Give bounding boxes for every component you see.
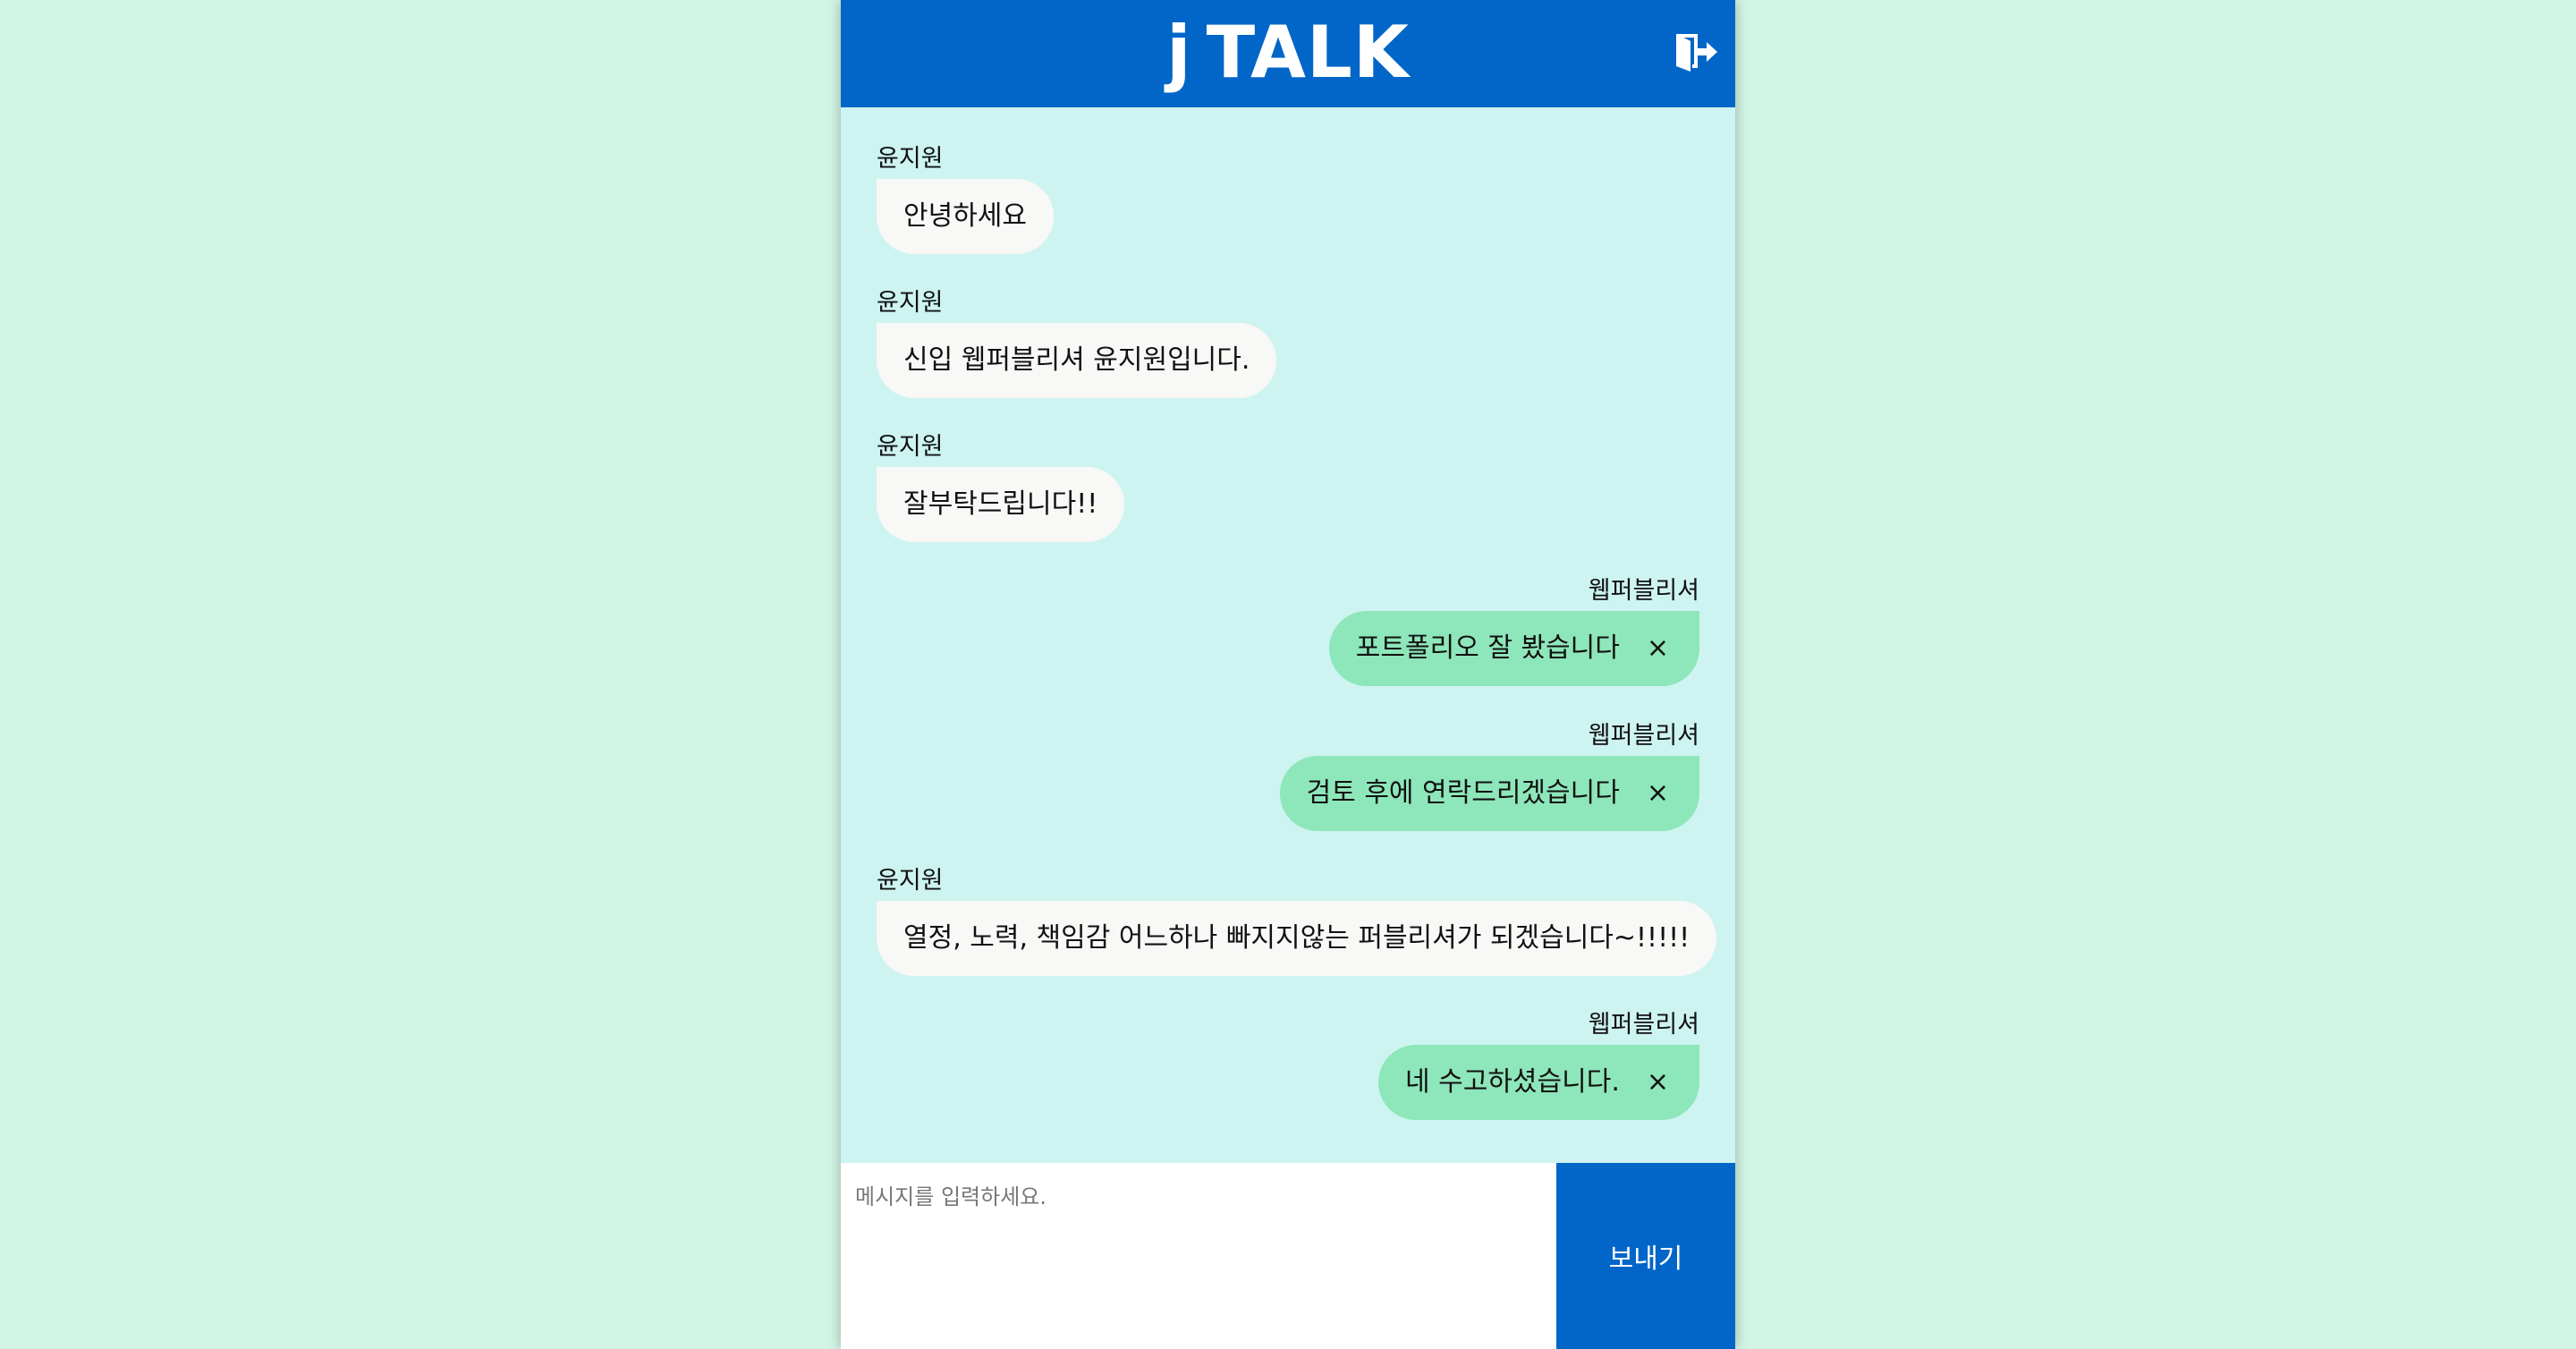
message-text: 안녕하세요: [903, 200, 1027, 232]
message-item: 웹퍼블리셔 검토 후에 연락드리겠습니다 ×: [877, 720, 1699, 831]
message-sender: 웹퍼블리셔: [1588, 722, 1699, 750]
delete-message-icon[interactable]: ×: [1647, 611, 1669, 686]
logo-talk: TALK: [1206, 11, 1410, 94]
message-text: 잘부탁드립니다!!: [903, 488, 1098, 520]
message-list[interactable]: 윤지원 안녕하세요 윤지원 신입 웹퍼블리셔 윤지원입니다. 윤지원 잘부탁드립…: [841, 107, 1735, 1163]
message-composer: 보내기: [841, 1163, 1735, 1349]
message-bubble: 신입 웹퍼블리셔 윤지원입니다.: [877, 323, 1277, 398]
message-text: 네 수고하셨습니다.: [1404, 1066, 1620, 1098]
logo-j: j: [1166, 11, 1192, 94]
message-bubble: 열정, 노력, 책임감 어느하나 빠지지않는 퍼블리셔가 되겠습니다~!!!!!: [877, 901, 1717, 976]
message-bubble: 포트폴리오 잘 봤습니다 ×: [1328, 611, 1699, 686]
message-item: 윤지원 안녕하세요: [877, 143, 1699, 254]
message-item: 웹퍼블리셔 네 수고하셨습니다. ×: [877, 1009, 1699, 1120]
message-sender: 윤지원: [877, 867, 944, 895]
message-bubble: 네 수고하셨습니다. ×: [1377, 1045, 1699, 1120]
exit-door-svg: [1676, 34, 1717, 72]
send-button[interactable]: 보내기: [1556, 1163, 1735, 1349]
message-sender: 윤지원: [877, 433, 944, 461]
message-sender: 웹퍼블리셔: [1588, 1011, 1699, 1039]
message-input[interactable]: [841, 1163, 1556, 1349]
message-text: 검토 후에 연락드리겠습니다: [1306, 777, 1620, 809]
message-text: 포트폴리오 잘 봤습니다: [1355, 632, 1620, 664]
message-item: 윤지원 신입 웹퍼블리셔 윤지원입니다.: [877, 287, 1699, 398]
message-sender: 웹퍼블리셔: [1588, 577, 1699, 605]
message-sender: 윤지원: [877, 145, 944, 173]
chat-app: j TALK 윤지원 안녕하세요 윤지원 신입 웹퍼블리셔 윤지원입니다. 윤지원…: [841, 0, 1735, 1349]
message-sender: 윤지원: [877, 289, 944, 317]
exit-door-icon[interactable]: [1671, 27, 1721, 77]
message-bubble: 안녕하세요: [877, 179, 1054, 254]
delete-message-icon[interactable]: ×: [1647, 756, 1669, 831]
app-logo: j TALK: [841, 0, 1735, 107]
message-text: 신입 웹퍼블리셔 윤지원입니다.: [903, 344, 1250, 376]
message-bubble: 잘부탁드립니다!!: [877, 467, 1125, 542]
message-text: 열정, 노력, 책임감 어느하나 빠지지않는 퍼블리셔가 되겠습니다~!!!!!: [903, 922, 1690, 954]
delete-message-icon[interactable]: ×: [1647, 1045, 1669, 1120]
message-bubble: 검토 후에 연락드리겠습니다 ×: [1279, 756, 1699, 831]
message-item: 윤지원 열정, 노력, 책임감 어느하나 빠지지않는 퍼블리셔가 되겠습니다~!…: [877, 865, 1717, 976]
message-item: 웹퍼블리셔 포트폴리오 잘 봤습니다 ×: [877, 575, 1699, 686]
app-header: j TALK: [841, 0, 1735, 107]
message-item: 윤지원 잘부탁드립니다!!: [877, 431, 1699, 542]
